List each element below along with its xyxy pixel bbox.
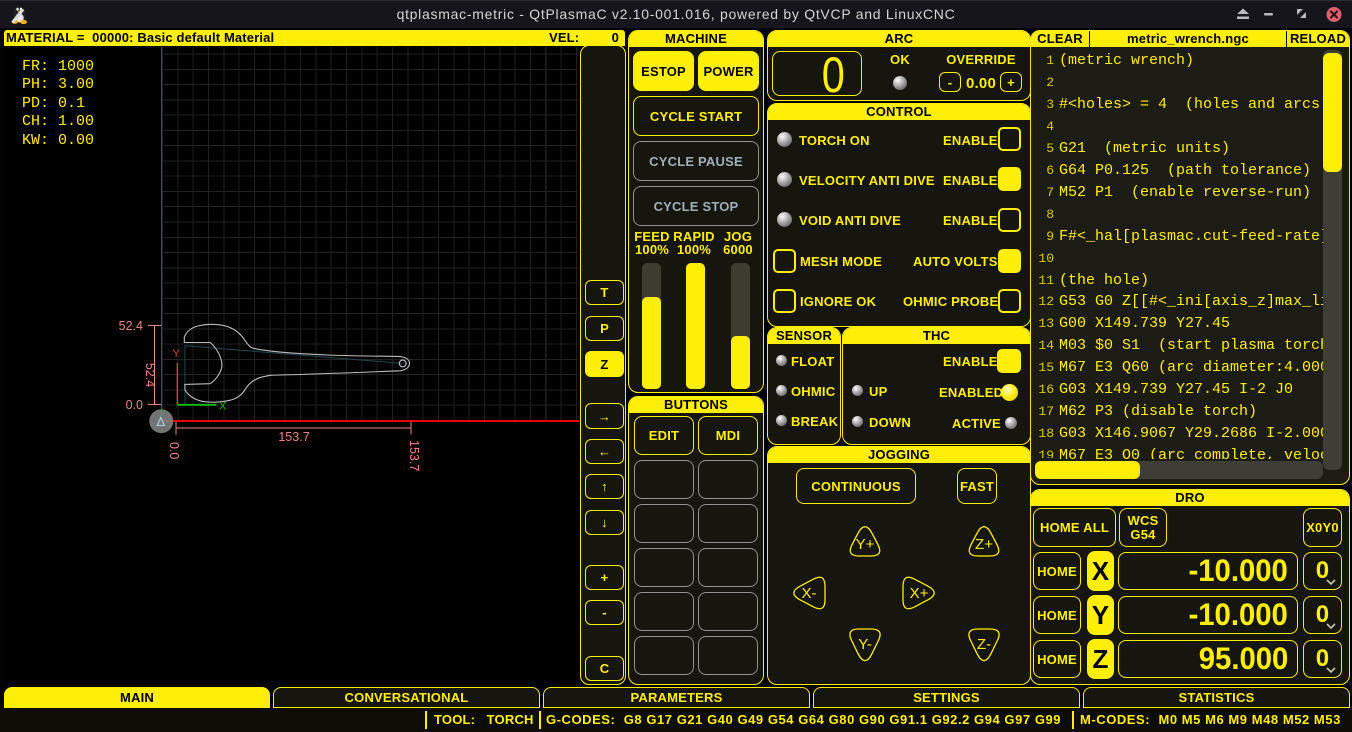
svg-text:0.0: 0.0 (167, 442, 181, 459)
svg-text:Y+: Y+ (856, 536, 875, 553)
svg-text:Z+: Z+ (975, 536, 993, 553)
svg-text:0.0: 0.0 (126, 398, 143, 412)
svg-text:Z-: Z- (977, 636, 991, 653)
svg-text:X+: X+ (910, 585, 929, 602)
svg-text:Y: Y (173, 348, 181, 360)
svg-text:153.7: 153.7 (278, 430, 309, 444)
svg-text:Y-: Y- (858, 636, 872, 653)
svg-text:X: X (219, 401, 227, 413)
svg-text:153.7: 153.7 (407, 440, 421, 471)
svg-text:52.4: 52.4 (119, 319, 143, 333)
svg-text:X-: X- (802, 585, 817, 602)
svg-text:52.4: 52.4 (143, 363, 157, 387)
